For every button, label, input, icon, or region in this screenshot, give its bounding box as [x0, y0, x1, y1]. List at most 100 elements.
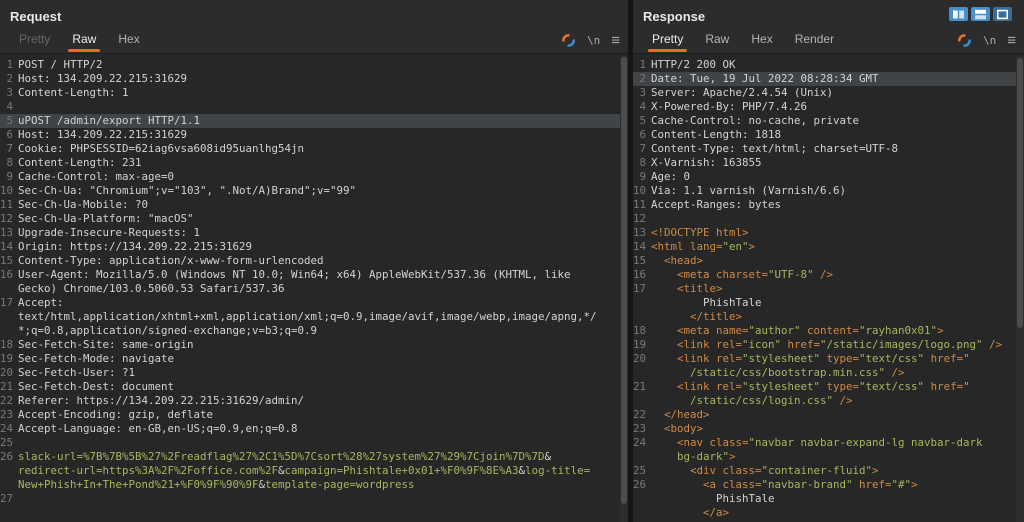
line-text: Accept-Language: en-GB,en-US;q=0.9,en;q=…	[18, 422, 628, 436]
code-line: text/html,application/xhtml+xml,applicat…	[0, 310, 628, 324]
line-number: 9	[633, 170, 651, 184]
burp-message-editor: Request PrettyRawHex \n ≡ 1POST / HTTP/2…	[0, 0, 1024, 522]
line-number: 21	[0, 380, 18, 394]
code-line: 10Via: 1.1 varnish (Varnish/6.6)	[633, 184, 1024, 198]
code-line: 16User-Agent: Mozilla/5.0 (Windows NT 10…	[0, 268, 628, 282]
tab-hex[interactable]: Hex	[742, 27, 781, 53]
line-text	[18, 100, 628, 114]
line-text: /static/css/bootstrap.min.css" />	[651, 366, 1024, 380]
line-text: Server: Apache/2.4.54 (Unix)	[651, 86, 1024, 100]
line-number: 12	[633, 212, 651, 226]
line-number: 13	[0, 226, 18, 240]
line-text: <body>	[651, 422, 1024, 436]
code-line: 13Upgrade-Insecure-Requests: 1	[0, 226, 628, 240]
code-line: 2Host: 134.209.22.215:31629	[0, 72, 628, 86]
line-text: <nav class="navbar navbar-expand-lg navb…	[651, 436, 1024, 450]
code-line: 2Date: Tue, 19 Jul 2022 08:28:34 GMT	[633, 72, 1024, 86]
tab-render[interactable]: Render	[786, 27, 843, 53]
request-editor[interactable]: 1POST / HTTP/22Host: 134.209.22.215:3162…	[0, 54, 628, 522]
request-scrollbar-thumb[interactable]	[621, 57, 627, 504]
code-line: 6Host: 134.209.22.215:31629	[0, 128, 628, 142]
editor-menu-icon[interactable]: ≡	[611, 33, 620, 48]
line-text: </head>	[651, 408, 1024, 422]
tab-pretty[interactable]: Pretty	[643, 27, 692, 53]
line-text: Sec-Fetch-User: ?1	[18, 366, 628, 380]
request-scrollbar[interactable]	[620, 56, 628, 522]
request-editor-tools: \n ≡	[561, 33, 620, 53]
line-text: User-Agent: Mozilla/5.0 (Windows NT 10.0…	[18, 268, 628, 282]
code-line: </a>	[633, 506, 1024, 520]
response-editor[interactable]: 1HTTP/2 200 OK2Date: Tue, 19 Jul 2022 08…	[633, 54, 1024, 522]
line-text: Sec-Fetch-Dest: document	[18, 380, 628, 394]
response-editor-tools: \n ≡	[957, 33, 1016, 53]
line-number	[633, 492, 651, 506]
code-line: 3Content-Length: 1	[0, 86, 628, 100]
line-text: <a class="navbar-brand" href="#">	[651, 478, 1024, 492]
code-line: 7Content-Type: text/html; charset=UTF-8	[633, 142, 1024, 156]
line-number: 4	[0, 100, 18, 114]
code-line: 7Cookie: PHPSESSID=62iag6vsa608id95uanlh…	[0, 142, 628, 156]
line-number: 2	[0, 72, 18, 86]
line-text: Cache-Control: no-cache, private	[651, 114, 1024, 128]
show-newlines-toggle[interactable]: \n	[983, 35, 996, 46]
code-line: 25	[0, 436, 628, 450]
line-number: 2	[633, 72, 651, 86]
line-number: 3	[0, 86, 18, 100]
tab-raw[interactable]: Raw	[696, 27, 738, 53]
tab-hex[interactable]: Hex	[109, 27, 148, 53]
response-tab-bar: PrettyRawHexRender \n ≡	[633, 28, 1024, 54]
code-line: PhishTale	[633, 492, 1024, 506]
line-text: text/html,application/xhtml+xml,applicat…	[18, 310, 628, 324]
line-text: PhishTale	[651, 296, 1024, 310]
line-text: Host: 134.209.22.215:31629	[18, 128, 628, 142]
tab-raw[interactable]: Raw	[63, 27, 105, 53]
layout-rows-button[interactable]	[971, 7, 990, 21]
editor-layout-controls	[949, 7, 1012, 21]
code-line: 23Accept-Encoding: gzip, deflate	[0, 408, 628, 422]
response-scrollbar-thumb[interactable]	[1017, 58, 1023, 328]
line-number: 7	[0, 142, 18, 156]
line-number: 13	[633, 226, 651, 240]
line-text	[18, 492, 628, 506]
line-number	[633, 366, 651, 380]
layout-combined-button[interactable]	[993, 7, 1012, 21]
code-line: 24 <nav class="navbar navbar-expand-lg n…	[633, 436, 1024, 450]
line-number: 16	[0, 268, 18, 282]
line-text: <meta name="author" content="rayhan0x01"…	[651, 324, 1024, 338]
line-number	[0, 464, 18, 478]
code-line: 20Sec-Fetch-User: ?1	[0, 366, 628, 380]
line-text: X-Powered-By: PHP/7.4.26	[651, 100, 1024, 114]
code-line: 9Cache-Control: max-age=0	[0, 170, 628, 184]
line-text: X-Varnish: 163855	[651, 156, 1024, 170]
line-text: <div class="container-fluid">	[651, 464, 1024, 478]
line-number: 5	[633, 114, 651, 128]
line-text: slack-url=%7B%7B%5B%27%2Freadflag%27%2C1…	[18, 450, 628, 464]
line-number: 7	[633, 142, 651, 156]
line-text: <html lang="en">	[651, 240, 1024, 254]
code-line: 5Cache-Control: no-cache, private	[633, 114, 1024, 128]
syntax-highlighting-icon[interactable]	[561, 33, 576, 48]
code-line: 6Content-Length: 1818	[633, 128, 1024, 142]
line-number: 24	[0, 422, 18, 436]
line-number	[633, 450, 651, 464]
line-text: redirect-url=https%3A%2F%2Foffice.com%2F…	[18, 464, 628, 478]
layout-columns-button[interactable]	[949, 7, 968, 21]
editor-menu-icon[interactable]: ≡	[1007, 33, 1016, 48]
line-text: <!DOCTYPE html>	[651, 226, 1024, 240]
response-scrollbar[interactable]	[1016, 56, 1024, 522]
show-newlines-toggle[interactable]: \n	[587, 35, 600, 46]
line-text: Sec-Ch-Ua: "Chromium";v="103", ".Not/A)B…	[18, 184, 628, 198]
line-number: 15	[0, 254, 18, 268]
line-number: 21	[633, 380, 651, 394]
code-line: 1HTTP/2 200 OK	[633, 58, 1024, 72]
request-panel: Request PrettyRawHex \n ≡ 1POST / HTTP/2…	[0, 0, 628, 522]
line-number: 1	[633, 58, 651, 72]
line-text: Accept-Ranges: bytes	[651, 198, 1024, 212]
syntax-highlighting-icon[interactable]	[957, 33, 972, 48]
line-number	[633, 296, 651, 310]
code-line: 18 <meta name="author" content="rayhan0x…	[633, 324, 1024, 338]
line-number: 19	[0, 352, 18, 366]
code-line: 17Accept:	[0, 296, 628, 310]
line-number: 9	[0, 170, 18, 184]
code-line: 1POST / HTTP/2	[0, 58, 628, 72]
